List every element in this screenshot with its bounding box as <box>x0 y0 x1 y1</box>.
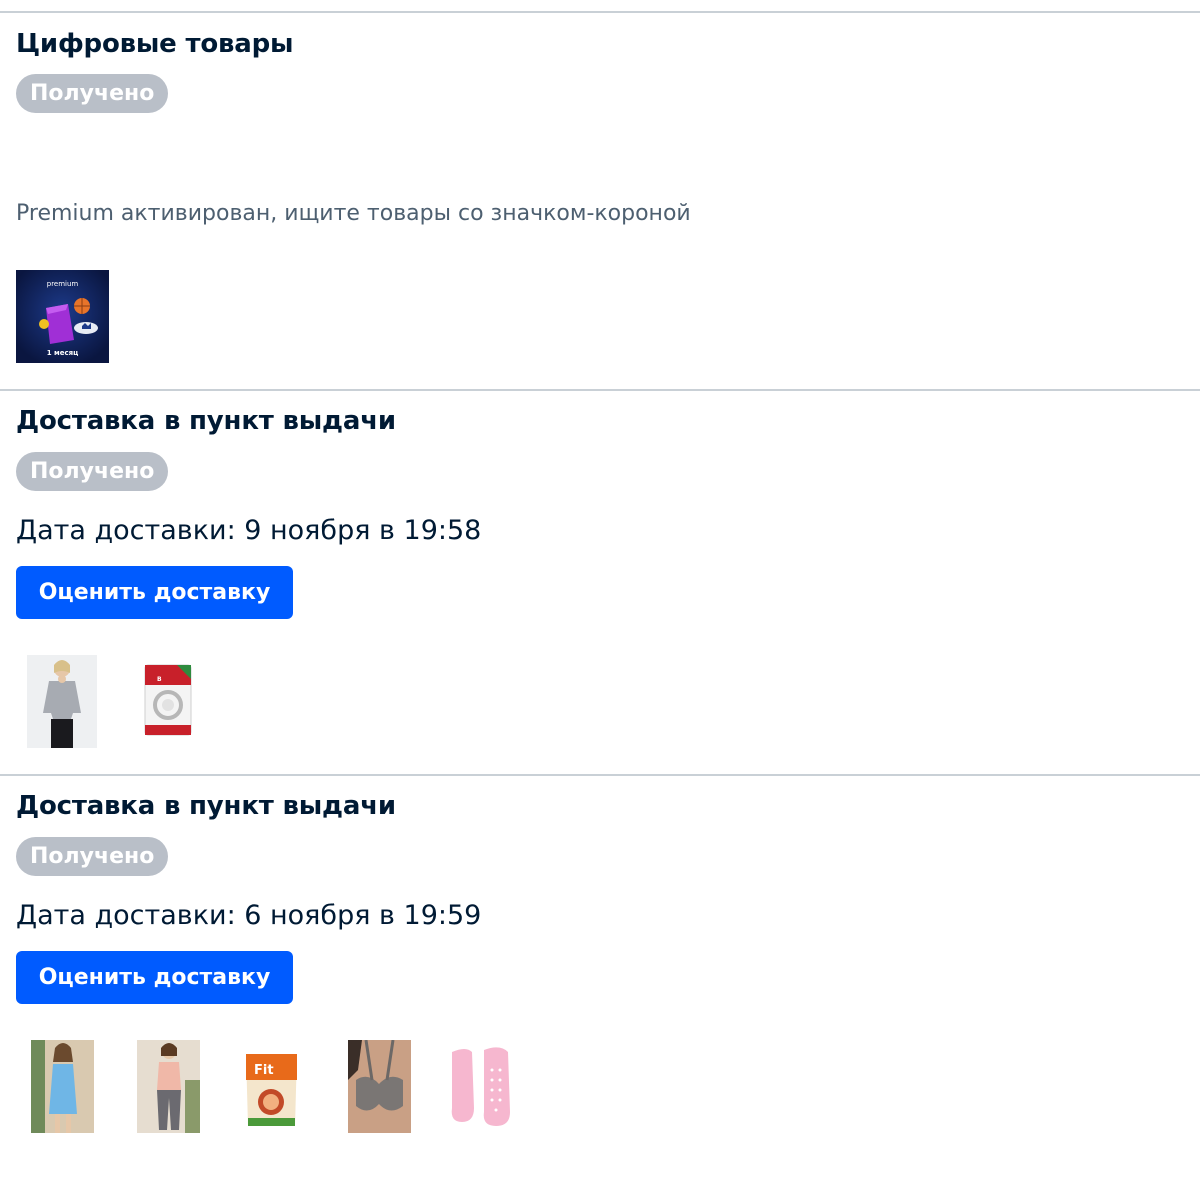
grey-longsleeve-image <box>27 655 97 748</box>
product-thumb-socks[interactable] <box>444 1040 524 1133</box>
section-divider <box>0 11 1200 13</box>
orders-page: Цифровые товары Получено Premium активир… <box>0 0 1200 1179</box>
product-thumb-bialetti[interactable]: B <box>139 655 197 748</box>
order-title: Доставка в пункт выдачи <box>16 791 396 821</box>
premium-label: premium <box>47 280 79 288</box>
status-badge: Получено <box>16 452 169 491</box>
rate-delivery-button[interactable]: Оценить доставку <box>16 566 293 619</box>
bialetti-gasket-image: B <box>139 655 197 748</box>
product-thumb-longsleeve[interactable] <box>27 655 97 748</box>
section-divider <box>0 774 1200 776</box>
status-badge: Получено <box>16 837 169 876</box>
pajama-set-image <box>137 1040 200 1133</box>
fit-parad-sweetener-image: Fit <box>240 1040 303 1133</box>
svg-text:B: B <box>157 676 162 683</box>
product-thumb-premium[interactable]: premium 1 месяц <box>16 270 109 363</box>
premium-duration: 1 месяц <box>47 349 79 357</box>
svg-text:Fit: Fit <box>254 1063 274 1078</box>
product-thumb-pajama[interactable] <box>137 1040 200 1133</box>
order-digital: Цифровые товары Получено Premium активир… <box>16 28 1184 368</box>
status-badge: Получено <box>16 74 169 113</box>
order-pickup-1: Доставка в пункт выдачи Получено Дата до… <box>16 405 1184 765</box>
order-note: Premium активирован, ищите товары со зна… <box>16 201 691 226</box>
product-thumb-dress[interactable] <box>31 1040 94 1133</box>
delivery-date: Дата доставки: 9 ноября в 19:58 <box>16 515 482 546</box>
product-thumb-bra[interactable] <box>348 1040 411 1133</box>
product-thumb-sweetener[interactable]: Fit <box>240 1040 303 1133</box>
order-title: Доставка в пункт выдачи <box>16 406 396 436</box>
blue-dress-image <box>31 1040 94 1133</box>
order-pickup-2: Доставка в пункт выдачи Получено Дата до… <box>16 790 1184 1160</box>
premium-subscription-image: premium 1 месяц <box>16 270 109 363</box>
grey-bra-image <box>348 1040 411 1133</box>
order-title: Цифровые товары <box>16 29 294 59</box>
pink-gel-socks-image <box>444 1040 524 1133</box>
section-divider <box>0 389 1200 391</box>
delivery-date: Дата доставки: 6 ноября в 19:59 <box>16 900 482 931</box>
rate-delivery-button[interactable]: Оценить доставку <box>16 951 293 1004</box>
